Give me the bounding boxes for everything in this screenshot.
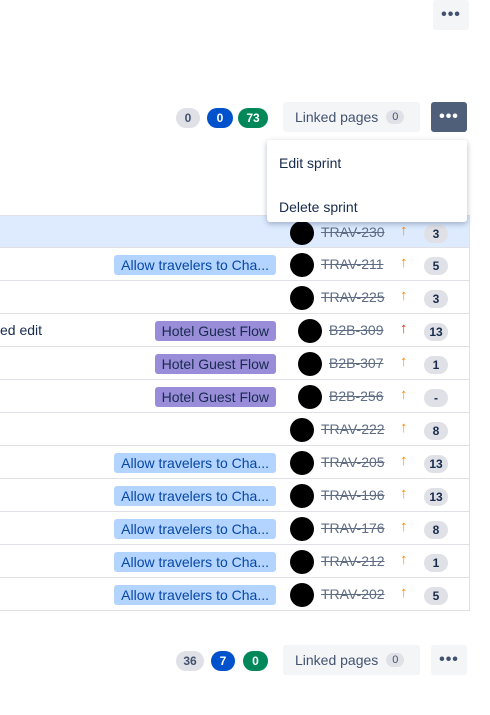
issue-key[interactable]: TRAV-176 bbox=[321, 520, 385, 536]
issue-row[interactable]: Allow travelers to Cha... TRAV-212 ↑ 1 bbox=[0, 545, 469, 578]
issue-key[interactable]: TRAV-222 bbox=[321, 421, 385, 437]
issue-row[interactable]: Allow travelers to Cha... TRAV-176 ↑ 8 bbox=[0, 512, 469, 545]
priority-medium-icon: ↑ bbox=[400, 485, 408, 502]
backlog-more-button[interactable]: ••• bbox=[431, 645, 467, 675]
epic-lozenge[interactable]: Hotel Guest Flow bbox=[154, 321, 276, 341]
epic-lozenge[interactable]: Allow travelers to Cha... bbox=[114, 585, 276, 605]
assignee-avatar[interactable] bbox=[298, 319, 322, 343]
issue-row[interactable]: TRAV-225 ↑ 3 bbox=[0, 281, 469, 314]
priority-medium-icon: ↑ bbox=[400, 386, 408, 403]
assignee-avatar[interactable] bbox=[298, 385, 322, 409]
issue-key[interactable]: TRAV-205 bbox=[321, 454, 385, 470]
linked-pages-count: 0 bbox=[386, 110, 405, 124]
priority-high-icon: ↑ bbox=[400, 320, 408, 337]
epic-lozenge[interactable]: Allow travelers to Cha... bbox=[114, 519, 276, 539]
epic-lozenge[interactable]: Hotel Guest Flow bbox=[154, 387, 276, 407]
story-points-badge: 5 bbox=[424, 587, 448, 605]
in-progress-count-badge: 7 bbox=[211, 651, 235, 671]
issue-key[interactable]: B2B-307 bbox=[329, 355, 383, 371]
story-points-badge: 13 bbox=[424, 455, 448, 473]
issue-key[interactable]: TRAV-230 bbox=[321, 224, 385, 240]
sprint-actions-menu: Edit sprint Delete sprint bbox=[267, 140, 467, 222]
story-points-badge: 13 bbox=[424, 488, 448, 506]
issue-row[interactable]: Allow travelers to Cha... TRAV-196 ↑ 13 bbox=[0, 479, 469, 512]
priority-medium-icon: ↑ bbox=[400, 584, 408, 601]
story-points-badge: 1 bbox=[424, 356, 448, 374]
assignee-avatar[interactable] bbox=[290, 418, 314, 442]
issue-row[interactable]: Allow travelers to Cha... TRAV-205 ↑ 13 bbox=[0, 446, 469, 479]
story-points-badge: 1 bbox=[424, 554, 448, 572]
todo-count-badge: 36 bbox=[176, 651, 204, 671]
in-progress-count-badge: 0 bbox=[207, 108, 233, 128]
issue-key[interactable]: TRAV-202 bbox=[321, 586, 385, 602]
delete-sprint-menu-item[interactable]: Delete sprint bbox=[267, 188, 467, 226]
done-count-badge: 73 bbox=[238, 108, 268, 128]
story-points-badge: 13 bbox=[424, 323, 448, 341]
issue-row[interactable]: ed edit Hotel Guest Flow B2B-309 ↑ 13 bbox=[0, 314, 469, 347]
issue-row[interactable]: Hotel Guest Flow B2B-307 ↑ 1 bbox=[0, 347, 469, 380]
priority-medium-icon: ↑ bbox=[400, 419, 408, 436]
story-points-badge: 8 bbox=[424, 422, 448, 440]
issue-row[interactable]: Allow travelers to Cha... TRAV-211 ↑ 5 bbox=[0, 248, 469, 281]
priority-medium-icon: ↑ bbox=[400, 551, 408, 568]
epic-lozenge[interactable]: Allow travelers to Cha... bbox=[114, 453, 276, 473]
story-points-badge: 3 bbox=[424, 225, 448, 243]
assignee-avatar[interactable] bbox=[290, 583, 314, 607]
linked-pages-label: Linked pages bbox=[295, 652, 379, 668]
epic-lozenge[interactable]: Allow travelers to Cha... bbox=[114, 552, 276, 572]
edit-sprint-menu-item[interactable]: Edit sprint bbox=[267, 144, 467, 182]
assignee-avatar[interactable] bbox=[290, 286, 314, 310]
issue-row[interactable]: Allow travelers to Cha... TRAV-202 ↑ 5 bbox=[0, 578, 469, 611]
linked-pages-button[interactable]: Linked pages 0 bbox=[283, 645, 420, 675]
issue-row[interactable]: TRAV-222 ↑ 8 bbox=[0, 413, 469, 446]
issue-summary: ed edit bbox=[0, 322, 43, 338]
issue-key[interactable]: TRAV-211 bbox=[321, 256, 384, 272]
assignee-avatar[interactable] bbox=[290, 451, 314, 475]
story-points-badge: 8 bbox=[424, 521, 448, 539]
assignee-avatar[interactable] bbox=[290, 253, 314, 277]
priority-medium-icon: ↑ bbox=[400, 353, 408, 370]
priority-medium-icon: ↑ bbox=[400, 518, 408, 535]
sprint-more-button[interactable]: ••• bbox=[431, 102, 467, 132]
epic-lozenge[interactable]: Allow travelers to Cha... bbox=[114, 255, 276, 275]
done-count-badge: 0 bbox=[243, 651, 268, 671]
assignee-avatar[interactable] bbox=[298, 352, 322, 376]
issue-key[interactable]: TRAV-196 bbox=[321, 487, 385, 503]
issue-key[interactable]: TRAV-225 bbox=[321, 289, 385, 305]
assignee-avatar[interactable] bbox=[290, 484, 314, 508]
priority-medium-icon: ↑ bbox=[400, 254, 408, 271]
assignee-avatar[interactable] bbox=[290, 517, 314, 541]
epic-lozenge[interactable]: Allow travelers to Cha... bbox=[114, 486, 276, 506]
story-points-badge: 5 bbox=[424, 257, 448, 275]
sprint-issue-list: TRAV-230 ↑ 3 Allow travelers to Cha... TRAV-… bbox=[0, 215, 470, 611]
priority-medium-icon: ↑ bbox=[400, 452, 408, 469]
linked-pages-count: 0 bbox=[386, 653, 405, 667]
todo-count-badge: 0 bbox=[176, 108, 200, 128]
more-horizontal-icon: ••• bbox=[439, 108, 459, 125]
assignee-avatar[interactable] bbox=[290, 550, 314, 574]
linked-pages-button[interactable]: Linked pages 0 bbox=[283, 102, 420, 132]
priority-medium-icon: ↑ bbox=[400, 287, 408, 304]
story-points-badge: - bbox=[424, 389, 448, 407]
more-horizontal-icon: ••• bbox=[441, 6, 461, 23]
issue-key[interactable]: B2B-309 bbox=[329, 322, 383, 338]
issue-key[interactable]: TRAV-212 bbox=[321, 553, 385, 569]
epic-lozenge[interactable]: Hotel Guest Flow bbox=[154, 354, 276, 374]
issue-row[interactable]: Hotel Guest Flow B2B-256 ↑ - bbox=[0, 380, 469, 413]
more-horizontal-icon: ••• bbox=[439, 651, 459, 668]
linked-pages-label: Linked pages bbox=[295, 109, 379, 125]
story-points-badge: 3 bbox=[424, 290, 448, 308]
issue-key[interactable]: B2B-256 bbox=[329, 388, 383, 404]
board-more-button[interactable]: ••• bbox=[433, 0, 469, 30]
